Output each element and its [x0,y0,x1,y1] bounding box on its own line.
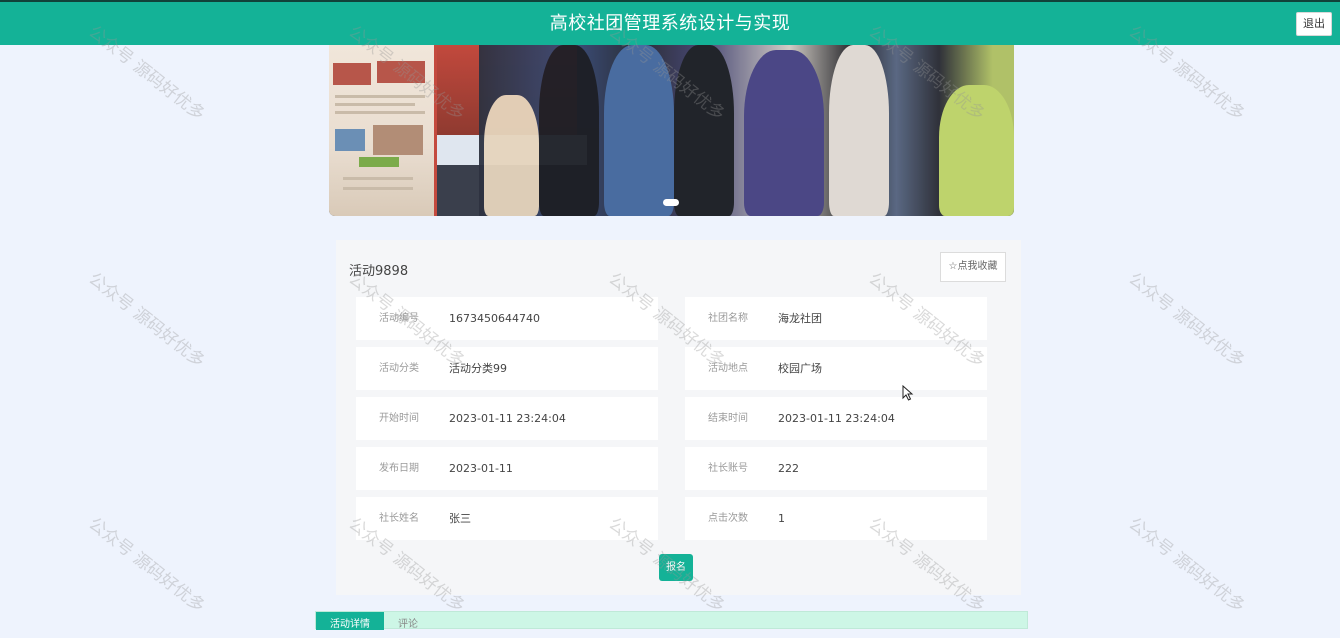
logout-button[interactable]: 退出 [1296,12,1332,36]
watermark-text: 公众号 源码好优多 [1124,513,1249,617]
field-club-name: 社团名称 海龙社团 [685,297,987,340]
watermark-text: 公众号 源码好优多 [84,513,209,617]
signup-button[interactable]: 报名 [659,554,693,581]
field-label: 活动地点 [708,363,748,374]
field-label: 点击次数 [708,513,748,524]
field-value: 1673450644740 [449,312,540,325]
field-president-account: 社长账号 222 [685,447,987,490]
banner-poster-board [329,45,437,216]
page-title: 高校社团管理系统设计与实现 [549,13,791,34]
field-value: 2023-01-11 [449,462,513,475]
field-label: 结束时间 [708,413,748,424]
field-click-count: 点击次数 1 [685,497,987,540]
top-header-bar: 高校社团管理系统设计与实现 退出 [0,0,1340,45]
banner-crowd-photo [479,45,1014,216]
field-activity-category: 活动分类 活动分类99 [356,347,658,390]
field-president-name: 社长姓名 张三 [356,497,658,540]
activity-detail-panel: 活动9898 ☆点我收藏 活动编号 1673450644740 活动分类 活动分… [336,240,1021,595]
field-label: 社长账号 [708,463,748,474]
tab-comments[interactable]: 评论 [398,612,438,630]
field-value: 校园广场 [778,362,822,375]
field-value: 222 [778,462,799,475]
field-label: 社团名称 [708,313,748,324]
field-value: 2023-01-11 23:24:04 [778,412,895,425]
field-label: 发布日期 [379,463,419,474]
field-label: 开始时间 [379,413,419,424]
field-label: 社长姓名 [379,513,419,524]
field-end-time: 结束时间 2023-01-11 23:24:04 [685,397,987,440]
field-value: 2023-01-11 23:24:04 [449,412,566,425]
detail-tabs: 活动详情 评论 [315,611,1028,630]
activity-title: 活动9898 [349,264,409,279]
collect-button[interactable]: ☆点我收藏 [940,252,1006,282]
field-value: 1 [778,512,785,525]
field-label: 活动分类 [379,363,419,374]
tab-activity-details[interactable]: 活动详情 [316,612,384,630]
field-value: 张三 [449,512,471,525]
banner-carousel[interactable] [329,45,1014,216]
field-start-time: 开始时间 2023-01-11 23:24:04 [356,397,658,440]
field-publish-date: 发布日期 2023-01-11 [356,447,658,490]
carousel-indicator-dot[interactable] [663,199,679,206]
watermark-text: 公众号 源码好优多 [84,268,209,372]
mouse-cursor-icon [902,385,914,401]
field-value: 海龙社团 [778,312,822,325]
field-label: 活动编号 [379,313,419,324]
field-activity-id: 活动编号 1673450644740 [356,297,658,340]
field-activity-location: 活动地点 校园广场 [685,347,987,390]
watermark-text: 公众号 源码好优多 [1124,268,1249,372]
field-value: 活动分类99 [449,362,507,375]
